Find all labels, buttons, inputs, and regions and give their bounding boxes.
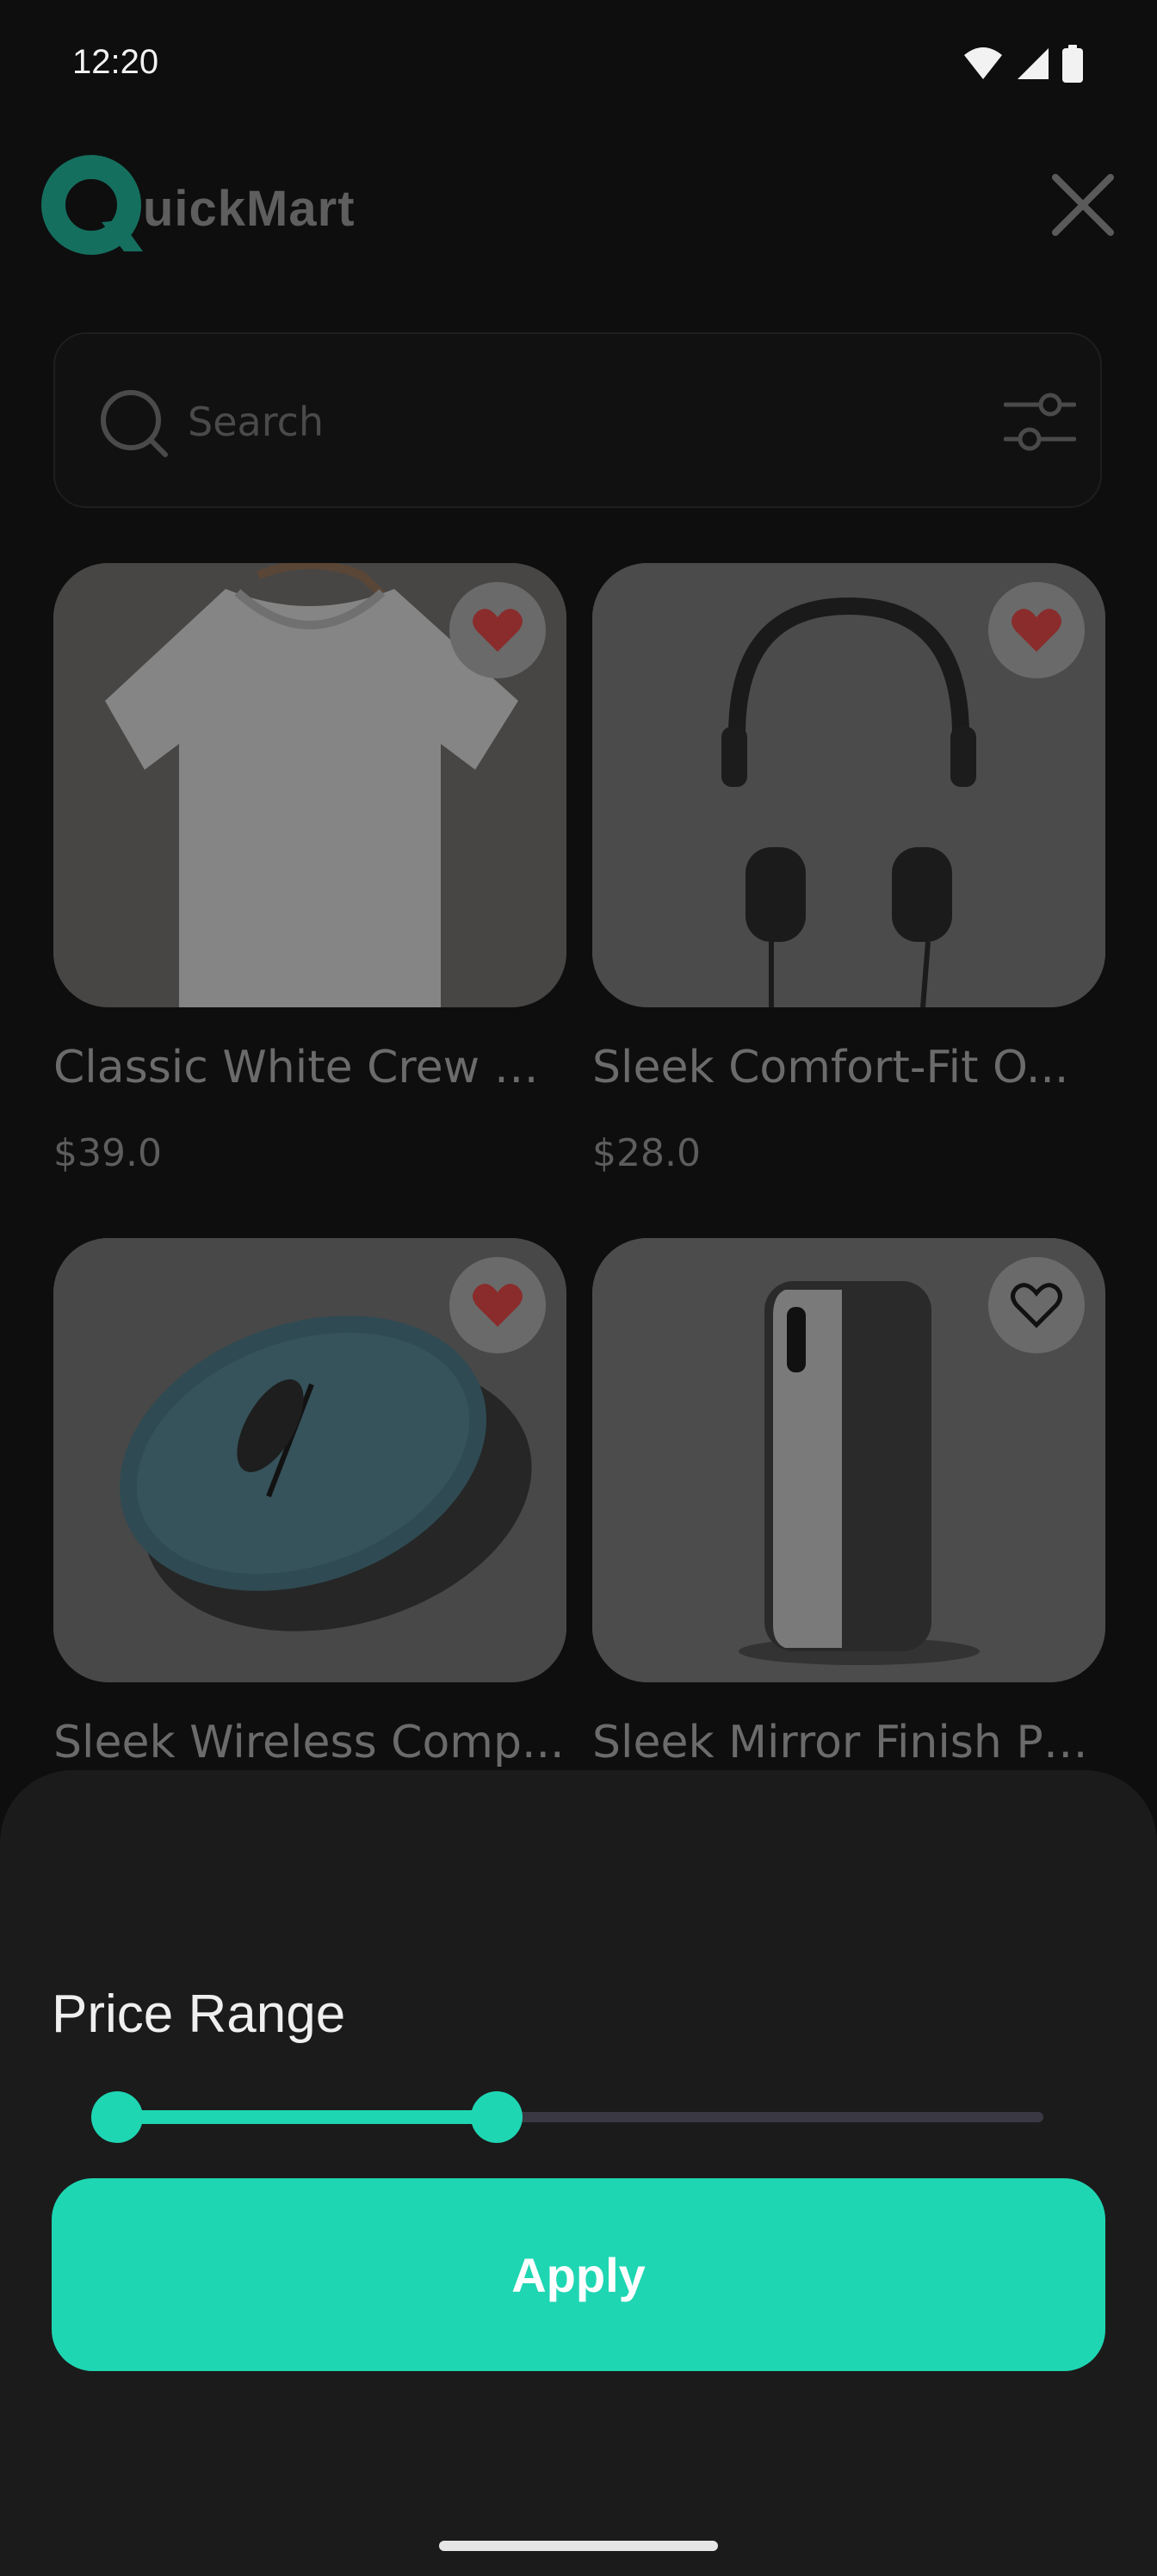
product-name[interactable]: Sleek Mirror Finish Ph... — [592, 1717, 1109, 1768]
status-icons — [962, 45, 1083, 83]
filter-icon[interactable] — [1004, 391, 1076, 453]
wifi-icon — [964, 47, 1002, 79]
heart-filled-icon — [473, 1284, 523, 1327]
home-indicator[interactable] — [439, 2541, 718, 2551]
logo-q-mark — [41, 155, 143, 255]
product-name[interactable]: Sleek Wireless Comp... — [53, 1717, 570, 1768]
filter-bottom-sheet — [0, 1770, 1157, 2576]
product-price: $39.0 — [53, 1131, 162, 1175]
brand-name: uickMart — [143, 180, 356, 237]
status-time: 12:20 — [72, 43, 159, 81]
favorite-button[interactable] — [988, 582, 1085, 678]
heart-filled-icon — [1012, 609, 1061, 652]
product-price: $28.0 — [592, 1131, 701, 1175]
favorite-button[interactable] — [449, 582, 546, 678]
search-input[interactable] — [186, 391, 878, 453]
favorite-button[interactable] — [449, 1257, 546, 1353]
battery-icon — [1062, 45, 1083, 83]
signal-icon — [1018, 48, 1049, 79]
product-name[interactable]: Classic White Crew N... — [53, 1042, 570, 1093]
heart-filled-icon — [473, 609, 523, 652]
close-button[interactable] — [1049, 170, 1117, 239]
search-bar[interactable] — [53, 332, 1102, 508]
favorite-button[interactable] — [988, 1257, 1085, 1353]
price-slider-min-thumb[interactable] — [91, 2091, 143, 2143]
product-name[interactable]: Sleek Comfort-Fit O... — [592, 1042, 1109, 1093]
apply-button[interactable]: Apply — [52, 2178, 1105, 2371]
search-icon — [101, 390, 168, 457]
close-icon — [1052, 174, 1114, 236]
price-range-title: Price Range — [52, 1985, 346, 2044]
price-slider-fill — [117, 2110, 498, 2124]
quickmart-logo: uickMart — [41, 155, 356, 262]
heart-outline-icon — [1011, 1283, 1062, 1328]
price-slider-max-thumb[interactable] — [471, 2091, 523, 2143]
